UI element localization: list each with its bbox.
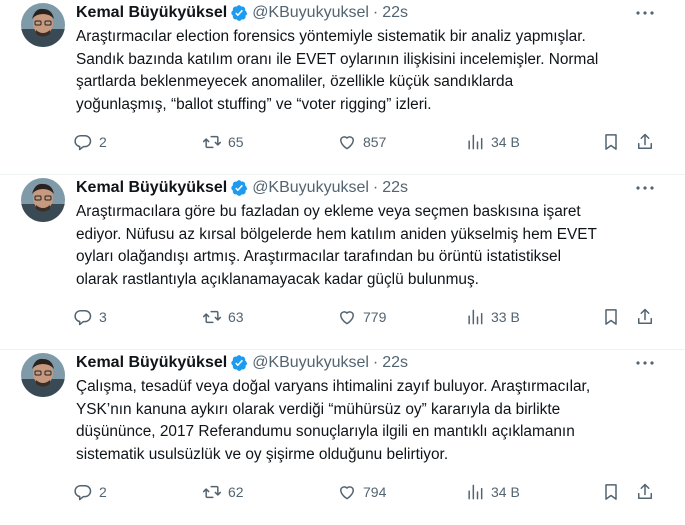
views-count: 33 B	[491, 309, 520, 325]
retweet-icon	[202, 310, 222, 324]
author-name[interactable]: Kemal Büyükyüksel	[76, 179, 227, 197]
tweet[interactable]: Kemal Büyükyüksel @KBuyukyuksel · 22s Ar…	[0, 0, 685, 175]
like-count: 857	[363, 134, 387, 150]
avatar[interactable]	[21, 3, 65, 47]
separator-dot: ·	[372, 354, 379, 371]
like-button[interactable]: 857	[337, 130, 386, 154]
retweet-button[interactable]: 65	[202, 130, 244, 154]
retweet-count: 65	[228, 134, 244, 150]
separator-dot: ·	[372, 179, 379, 196]
bookmark-button[interactable]	[601, 130, 621, 154]
action-bar: 3 63 779 33 B	[73, 305, 663, 329]
bookmark-button[interactable]	[601, 480, 621, 504]
tweet[interactable]: Kemal Büyükyüksel @KBuyukyuksel · 22s Ça…	[0, 350, 685, 525]
action-bar: 2 62 794 34 B	[73, 480, 663, 504]
reply-icon	[74, 485, 92, 501]
like-button[interactable]: 779	[337, 305, 386, 329]
verified-badge-icon	[230, 4, 248, 22]
views-chart-icon	[468, 484, 483, 500]
tweet-header: Kemal Büyükyüksel @KBuyukyuksel · 22s	[76, 352, 645, 374]
timestamp[interactable]: 22s	[382, 179, 408, 197]
verified-badge-icon	[230, 179, 248, 197]
views-count: 34 B	[491, 484, 520, 500]
bookmark-icon	[605, 134, 617, 150]
reply-count: 2	[99, 134, 107, 150]
bookmark-button[interactable]	[601, 305, 621, 329]
author-name[interactable]: Kemal Büyükyüksel	[76, 4, 227, 22]
tweet-header: Kemal Büyükyüksel @KBuyukyuksel · 22s	[76, 177, 645, 199]
author-handle[interactable]: @KBuyukyuksel	[252, 4, 369, 22]
action-bar: 2 65 857 34 B	[73, 130, 663, 154]
tweet[interactable]: Kemal Büyükyüksel @KBuyukyuksel · 22s Ar…	[0, 175, 685, 350]
like-button[interactable]: 794	[337, 480, 386, 504]
views-button[interactable]: 34 B	[465, 480, 520, 504]
views-button[interactable]: 33 B	[465, 305, 520, 329]
reply-count: 3	[99, 309, 107, 325]
author-handle[interactable]: @KBuyukyuksel	[252, 179, 369, 197]
retweet-button[interactable]: 62	[202, 480, 244, 504]
more-dots-icon[interactable]	[635, 181, 655, 195]
heart-icon	[340, 486, 354, 500]
separator-dot: ·	[372, 4, 379, 21]
tweet-text: Araştırmacılar election forensics yöntem…	[76, 28, 599, 113]
retweet-count: 63	[228, 309, 244, 325]
avatar[interactable]	[21, 353, 65, 397]
share-icon	[638, 308, 652, 324]
bookmark-icon	[605, 484, 617, 500]
reply-button[interactable]: 3	[73, 305, 107, 329]
reply-icon	[74, 310, 92, 326]
heart-icon	[340, 136, 354, 150]
reply-button[interactable]: 2	[73, 480, 107, 504]
author-handle[interactable]: @KBuyukyuksel	[252, 354, 369, 372]
reply-icon	[74, 135, 92, 151]
tweet-text: Çalışma, tesadüf veya doğal varyans ihti…	[76, 378, 591, 463]
retweet-count: 62	[228, 484, 244, 500]
share-icon	[638, 133, 652, 149]
more-dots-icon[interactable]	[635, 356, 655, 370]
like-count: 794	[363, 484, 387, 500]
views-button[interactable]: 34 B	[465, 130, 520, 154]
share-button[interactable]	[635, 305, 655, 329]
timestamp[interactable]: 22s	[382, 354, 408, 372]
like-count: 779	[363, 309, 387, 325]
retweet-icon	[202, 135, 222, 149]
views-chart-icon	[468, 134, 483, 150]
tweet-text: Araştırmacılara göre bu fazladan oy ekle…	[76, 203, 597, 288]
more-dots-icon[interactable]	[635, 6, 655, 20]
reply-count: 2	[99, 484, 107, 500]
bookmark-icon	[605, 309, 617, 325]
heart-icon	[340, 311, 354, 325]
avatar[interactable]	[21, 178, 65, 222]
views-chart-icon	[468, 309, 483, 325]
share-button[interactable]	[635, 130, 655, 154]
tweet-header: Kemal Büyükyüksel @KBuyukyuksel · 22s	[76, 2, 645, 24]
share-icon	[638, 483, 652, 499]
views-count: 34 B	[491, 134, 520, 150]
share-button[interactable]	[635, 480, 655, 504]
retweet-icon	[202, 485, 222, 499]
timeline: Kemal Büyükyüksel @KBuyukyuksel · 22s Ar…	[0, 0, 685, 525]
author-name[interactable]: Kemal Büyükyüksel	[76, 354, 227, 372]
reply-button[interactable]: 2	[73, 130, 107, 154]
verified-badge-icon	[230, 354, 248, 372]
timestamp[interactable]: 22s	[382, 4, 408, 22]
retweet-button[interactable]: 63	[202, 305, 244, 329]
